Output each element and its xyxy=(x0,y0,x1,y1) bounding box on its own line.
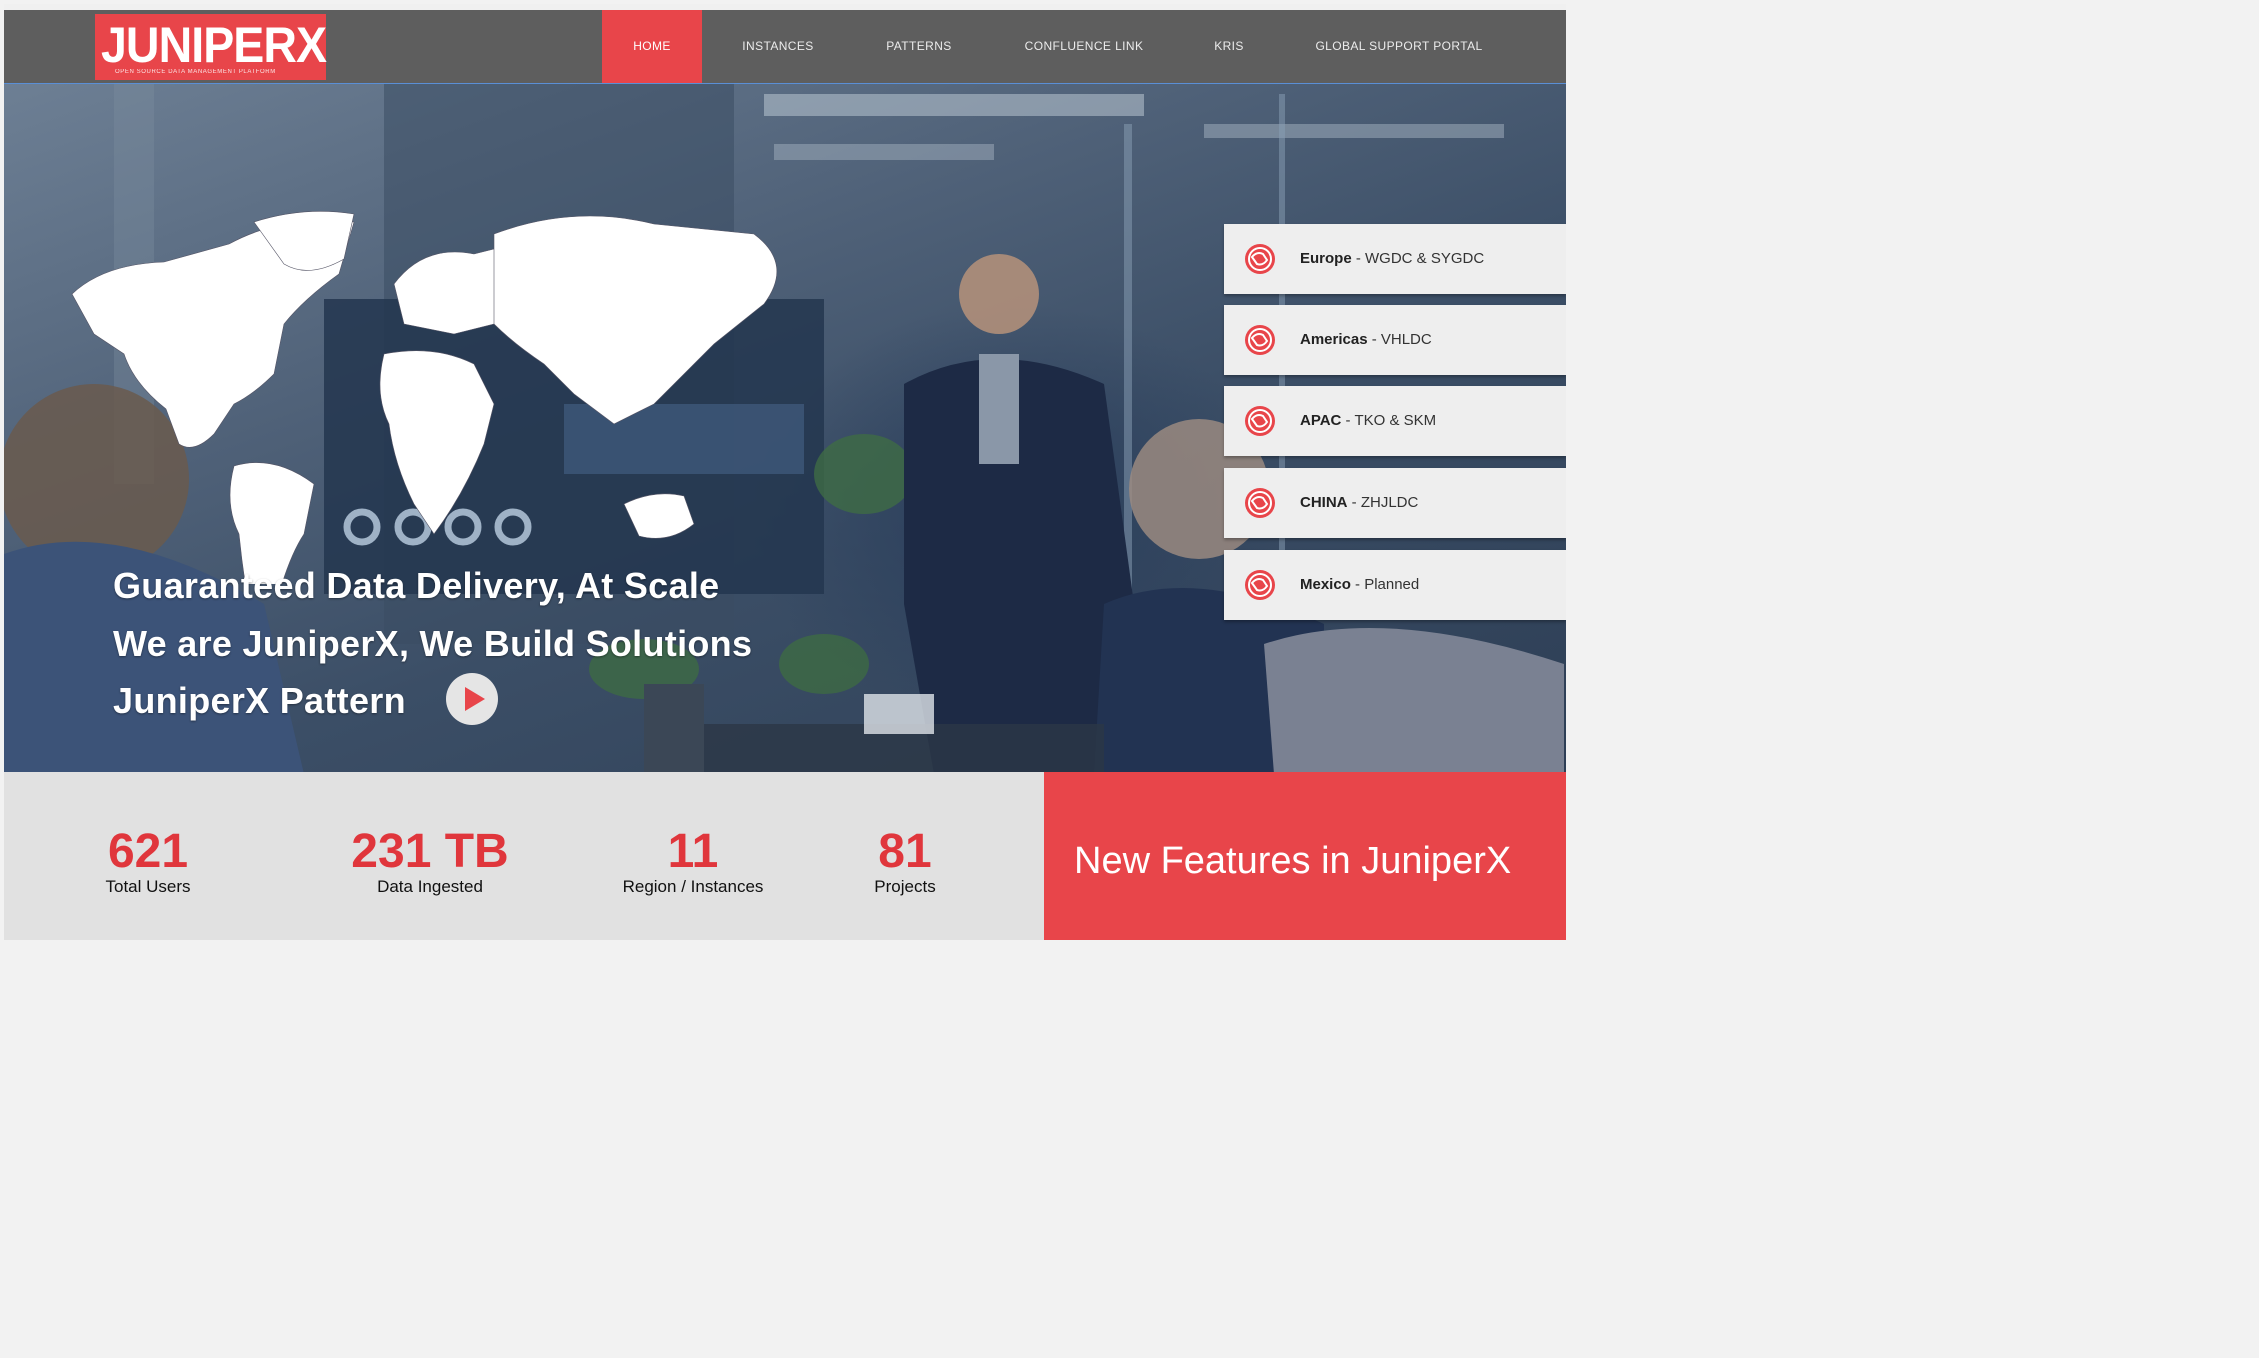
region-name: Mexico xyxy=(1300,576,1351,593)
new-features-title: New Features in JuniperX xyxy=(1074,840,1512,882)
juniperx-logo[interactable]: JUNIPERX OPEN SOURCE DATA MANAGEMENT PLA… xyxy=(95,14,327,80)
hero-pattern-link[interactable]: JuniperX Pattern xyxy=(113,680,406,722)
region-globe-icon xyxy=(1245,244,1275,274)
region-text: APAC - TKO & SKM xyxy=(1300,386,1436,456)
region-text: CHINA - ZHJLDC xyxy=(1300,468,1418,538)
stat-label: Data Ingested xyxy=(377,877,483,896)
region-name: APAC xyxy=(1300,412,1342,429)
region-detail: - ZHJLDC xyxy=(1347,494,1419,511)
play-triangle-icon xyxy=(465,687,485,711)
stat-value: 231 TB xyxy=(351,825,509,878)
region-globe-icon xyxy=(1245,406,1275,436)
region-globe-icon xyxy=(1245,488,1275,518)
region-text: Europe - WGDC & SYGDC xyxy=(1300,224,1484,294)
region-detail: - WGDC & SYGDC xyxy=(1351,250,1485,267)
top-nav: JUNIPERX OPEN SOURCE DATA MANAGEMENT PLA… xyxy=(4,10,1566,83)
stat-value: 81 xyxy=(878,825,932,878)
play-circle-icon[interactable] xyxy=(446,673,498,725)
nav-confluence-link[interactable]: CONFLUENCE LINK xyxy=(1009,10,1159,83)
region-card-americas[interactable]: Americas - VHLDC xyxy=(1224,305,1566,375)
region-text: Americas - VHLDC xyxy=(1300,305,1432,375)
region-name: CHINA xyxy=(1300,494,1348,511)
stat-label: Total Users xyxy=(105,877,191,896)
world-map-graphic xyxy=(71,211,778,584)
region-card-apac[interactable]: APAC - TKO & SKM xyxy=(1224,386,1566,456)
nav-instances[interactable]: INSTANCES xyxy=(720,10,836,83)
stats-bar: 621 Total Users 231 TB Data Ingested 11 … xyxy=(4,772,1044,940)
stat-value: 621 xyxy=(107,825,189,878)
stat-label: Projects xyxy=(874,877,936,896)
nav-kris[interactable]: KRIS xyxy=(1194,10,1264,83)
region-detail: - Planned xyxy=(1350,576,1420,593)
region-text: Mexico - Planned xyxy=(1300,550,1419,620)
nav-home[interactable]: HOME xyxy=(602,10,702,83)
stat-value: 11 xyxy=(667,825,719,878)
region-name: Americas xyxy=(1300,331,1368,348)
page-frame: JUNIPERX OPEN SOURCE DATA MANAGEMENT PLA… xyxy=(4,4,1566,940)
region-globe-icon xyxy=(1245,570,1275,600)
region-detail: - TKO & SKM xyxy=(1341,412,1437,429)
region-card-china[interactable]: CHINA - ZHJLDC xyxy=(1224,468,1566,538)
region-card-mexico[interactable]: Mexico - Planned xyxy=(1224,550,1566,620)
logo-name: JUNIPERX xyxy=(101,17,327,73)
new-features-panel[interactable]: New Features in JuniperX xyxy=(1044,772,1566,940)
nav-patterns[interactable]: PATTERNS xyxy=(864,10,974,83)
hero-headline-1: Guaranteed Data Delivery, At Scale xyxy=(113,565,720,606)
region-detail: - VHLDC xyxy=(1367,331,1432,348)
hero-banner: Guaranteed Data Delivery, At Scale We ar… xyxy=(4,83,1566,773)
region-globe-icon xyxy=(1245,325,1275,355)
region-card-europe[interactable]: Europe - WGDC & SYGDC xyxy=(1224,224,1566,294)
nav-global-support-portal[interactable]: GLOBAL SUPPORT PORTAL xyxy=(1294,10,1504,83)
stat-label: Region / Instances xyxy=(622,877,764,896)
hero-headline-2: We are JuniperX, We Build Solutions xyxy=(113,623,753,664)
logo-tagline: OPEN SOURCE DATA MANAGEMENT PLATFORM xyxy=(115,69,276,75)
region-name: Europe xyxy=(1300,250,1352,267)
